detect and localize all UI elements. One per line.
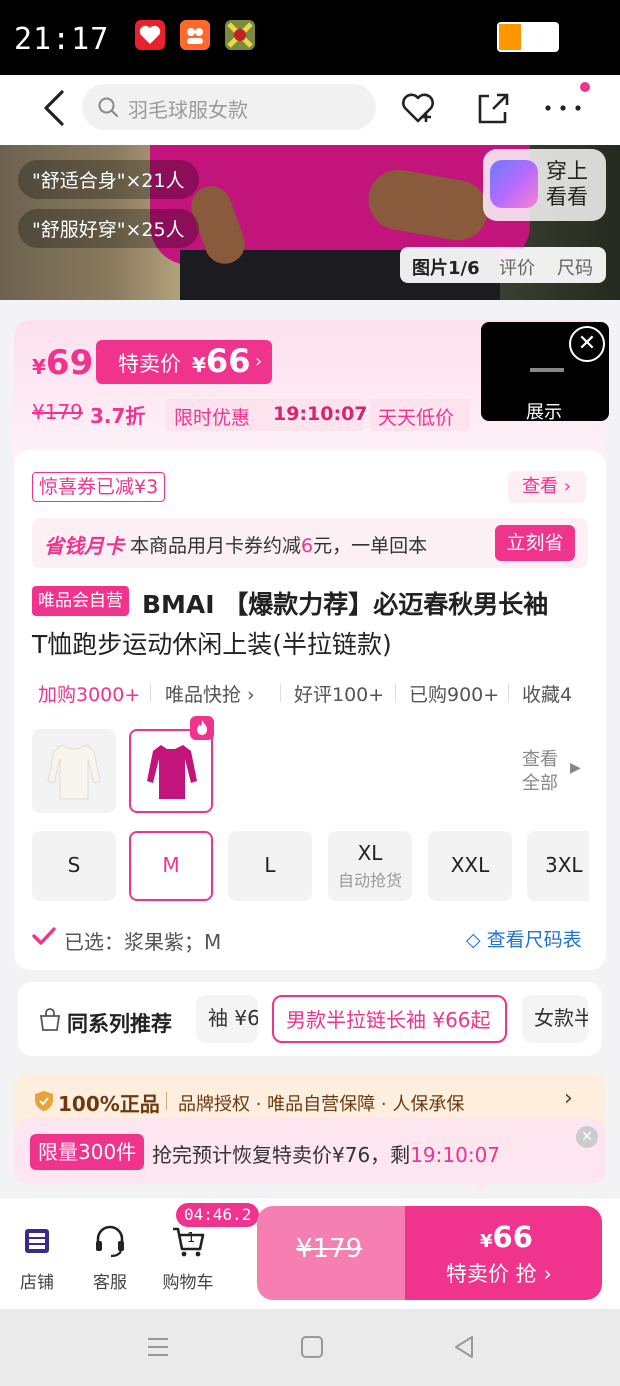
cart-button[interactable]: 1 购物车	[156, 1224, 220, 1293]
back-icon[interactable]	[452, 1335, 476, 1363]
tab-pictures[interactable]: 图片1/6	[412, 254, 480, 280]
review-tag-comfort: "舒服好穿"×25人	[18, 209, 199, 248]
size-option-s[interactable]: S	[32, 831, 116, 901]
stat-favorites: 收藏4	[522, 684, 573, 706]
size-option-3xl[interactable]: 3XL	[527, 831, 589, 901]
limited-quantity-message: 抢完预计恢复特卖价¥76，剩19:10:07	[152, 1143, 501, 1167]
limited-quantity-badge: 限量300件	[30, 1134, 145, 1170]
cart-countdown-badge: 04:46.2	[176, 1203, 260, 1227]
search-placeholder: 羽毛球服女款	[128, 98, 248, 122]
product-stats: 加购3000+ 唯品快抢 › 好评100+ 已购900+ 收藏4	[38, 680, 583, 706]
store-icon	[20, 1224, 54, 1258]
close-icon[interactable]: ✕	[569, 326, 605, 362]
buy-price: ¥66	[480, 1220, 533, 1254]
try-on-label: 穿上看看	[546, 159, 588, 209]
favorite-add-icon[interactable]	[398, 88, 438, 128]
app-notification-icon-1	[135, 20, 165, 50]
buy-label: 特卖价 抢 ›	[446, 1262, 552, 1286]
limited-offer-countdown: 19:10:07	[273, 403, 368, 425]
series-title: 同系列推荐	[67, 1012, 172, 1036]
close-icon[interactable]: ✕	[576, 1126, 598, 1148]
tooltip-pointer	[474, 1182, 490, 1192]
home-icon[interactable]	[300, 1335, 324, 1363]
authenticity-text: 品牌授权 · 唯品自营保障 · 人保承保	[178, 1094, 465, 1115]
tab-reviews[interactable]: 评价	[499, 254, 535, 280]
stat-good-reviews: 好评100+	[294, 684, 385, 706]
share-icon[interactable]	[473, 88, 513, 128]
limited-offer-label: 限时优惠	[174, 407, 251, 429]
chevron-right-icon: ›	[564, 1086, 573, 1111]
series-chip[interactable]: 女款半	[522, 995, 588, 1043]
size-option-m[interactable]: M	[129, 831, 213, 901]
self-operated-badge: 唯品会自营	[32, 586, 129, 616]
size-option-xxl[interactable]: XXL	[428, 831, 512, 901]
stat-purchased: 已购900+	[409, 684, 500, 706]
tab-sizes[interactable]: 尺码	[557, 254, 593, 280]
review-tag-fit: "舒适合身"×21人	[18, 160, 199, 199]
month-card-desc: 本商品用月卡券约减6元，一单回本	[130, 535, 428, 557]
notification-dot	[580, 82, 590, 92]
caret-right-icon: ▶	[570, 760, 581, 776]
series-chip[interactable]: 男款半拉链长袖 ¥66起	[272, 995, 507, 1043]
checkmark-icon	[32, 924, 56, 948]
size-option-xl[interactable]: XL 自动抢货	[328, 831, 412, 901]
discount-rate: 3.7折	[90, 404, 146, 428]
size-option-l[interactable]: L	[228, 831, 312, 901]
daily-low-price-label: 天天低价	[378, 407, 455, 429]
original-price: ¥179	[32, 400, 83, 424]
customer-service-button[interactable]: 客服	[78, 1224, 142, 1293]
color-swatch-berry-purple[interactable]	[129, 729, 213, 813]
series-chip[interactable]: 袖 ¥64	[196, 995, 258, 1043]
status-time: 21:17	[14, 22, 110, 57]
product-title-line2: T恤跑步运动休闲上装(半拉链款)	[32, 630, 392, 659]
headset-icon	[93, 1224, 127, 1258]
more-menu-icon[interactable]	[543, 88, 583, 128]
original-price-buy-label: ¥179	[296, 1234, 363, 1264]
shopping-bag-icon	[38, 1008, 62, 1032]
coupon-view-button[interactable]: 查看 ›	[508, 471, 586, 503]
cart-icon: 1	[171, 1224, 205, 1258]
product-title-line1: BMAI 【爆款力荐】必迈春秋男长袖	[142, 590, 549, 619]
hot-flame-icon	[190, 716, 214, 740]
search-icon	[97, 96, 119, 118]
authenticity-title: 100%正品	[58, 1092, 160, 1116]
store-button[interactable]: 店铺	[5, 1224, 69, 1293]
coupon-tag: 惊喜券已减¥3	[32, 472, 166, 502]
battery-icon	[497, 22, 559, 52]
month-card-button[interactable]: 立刻省	[495, 525, 575, 561]
special-price-label: 特卖价	[118, 352, 181, 376]
ruler-icon: ◇	[466, 929, 487, 951]
stat-flash-sale[interactable]: 唯品快抢 ›	[165, 680, 255, 706]
divider	[166, 1092, 167, 1110]
app-notification-icon-3	[225, 20, 255, 50]
app-notification-icon-2	[180, 20, 210, 50]
back-arrow-icon[interactable]	[40, 90, 72, 126]
shield-check-icon	[34, 1090, 54, 1112]
cart-count: 1	[187, 1231, 196, 1246]
special-price: ¥66	[192, 342, 251, 380]
current-price: ¥69	[32, 343, 94, 383]
size-chart-link[interactable]: ◇ 查看尺码表	[466, 925, 582, 952]
month-card-brand: 省钱月卡	[44, 534, 124, 558]
try-on-icon	[490, 160, 538, 208]
chevron-right-icon: ›	[255, 351, 263, 372]
floating-video-label: 展示	[526, 402, 562, 423]
color-swatch-white[interactable]	[32, 729, 116, 813]
recent-apps-icon[interactable]	[146, 1335, 170, 1363]
video-logo	[530, 368, 564, 372]
view-all-colors[interactable]: 查看全部	[522, 748, 562, 796]
selected-variant: 已选：浆果紫；M	[64, 930, 222, 954]
stat-add-cart: 加购3000+	[38, 684, 141, 706]
